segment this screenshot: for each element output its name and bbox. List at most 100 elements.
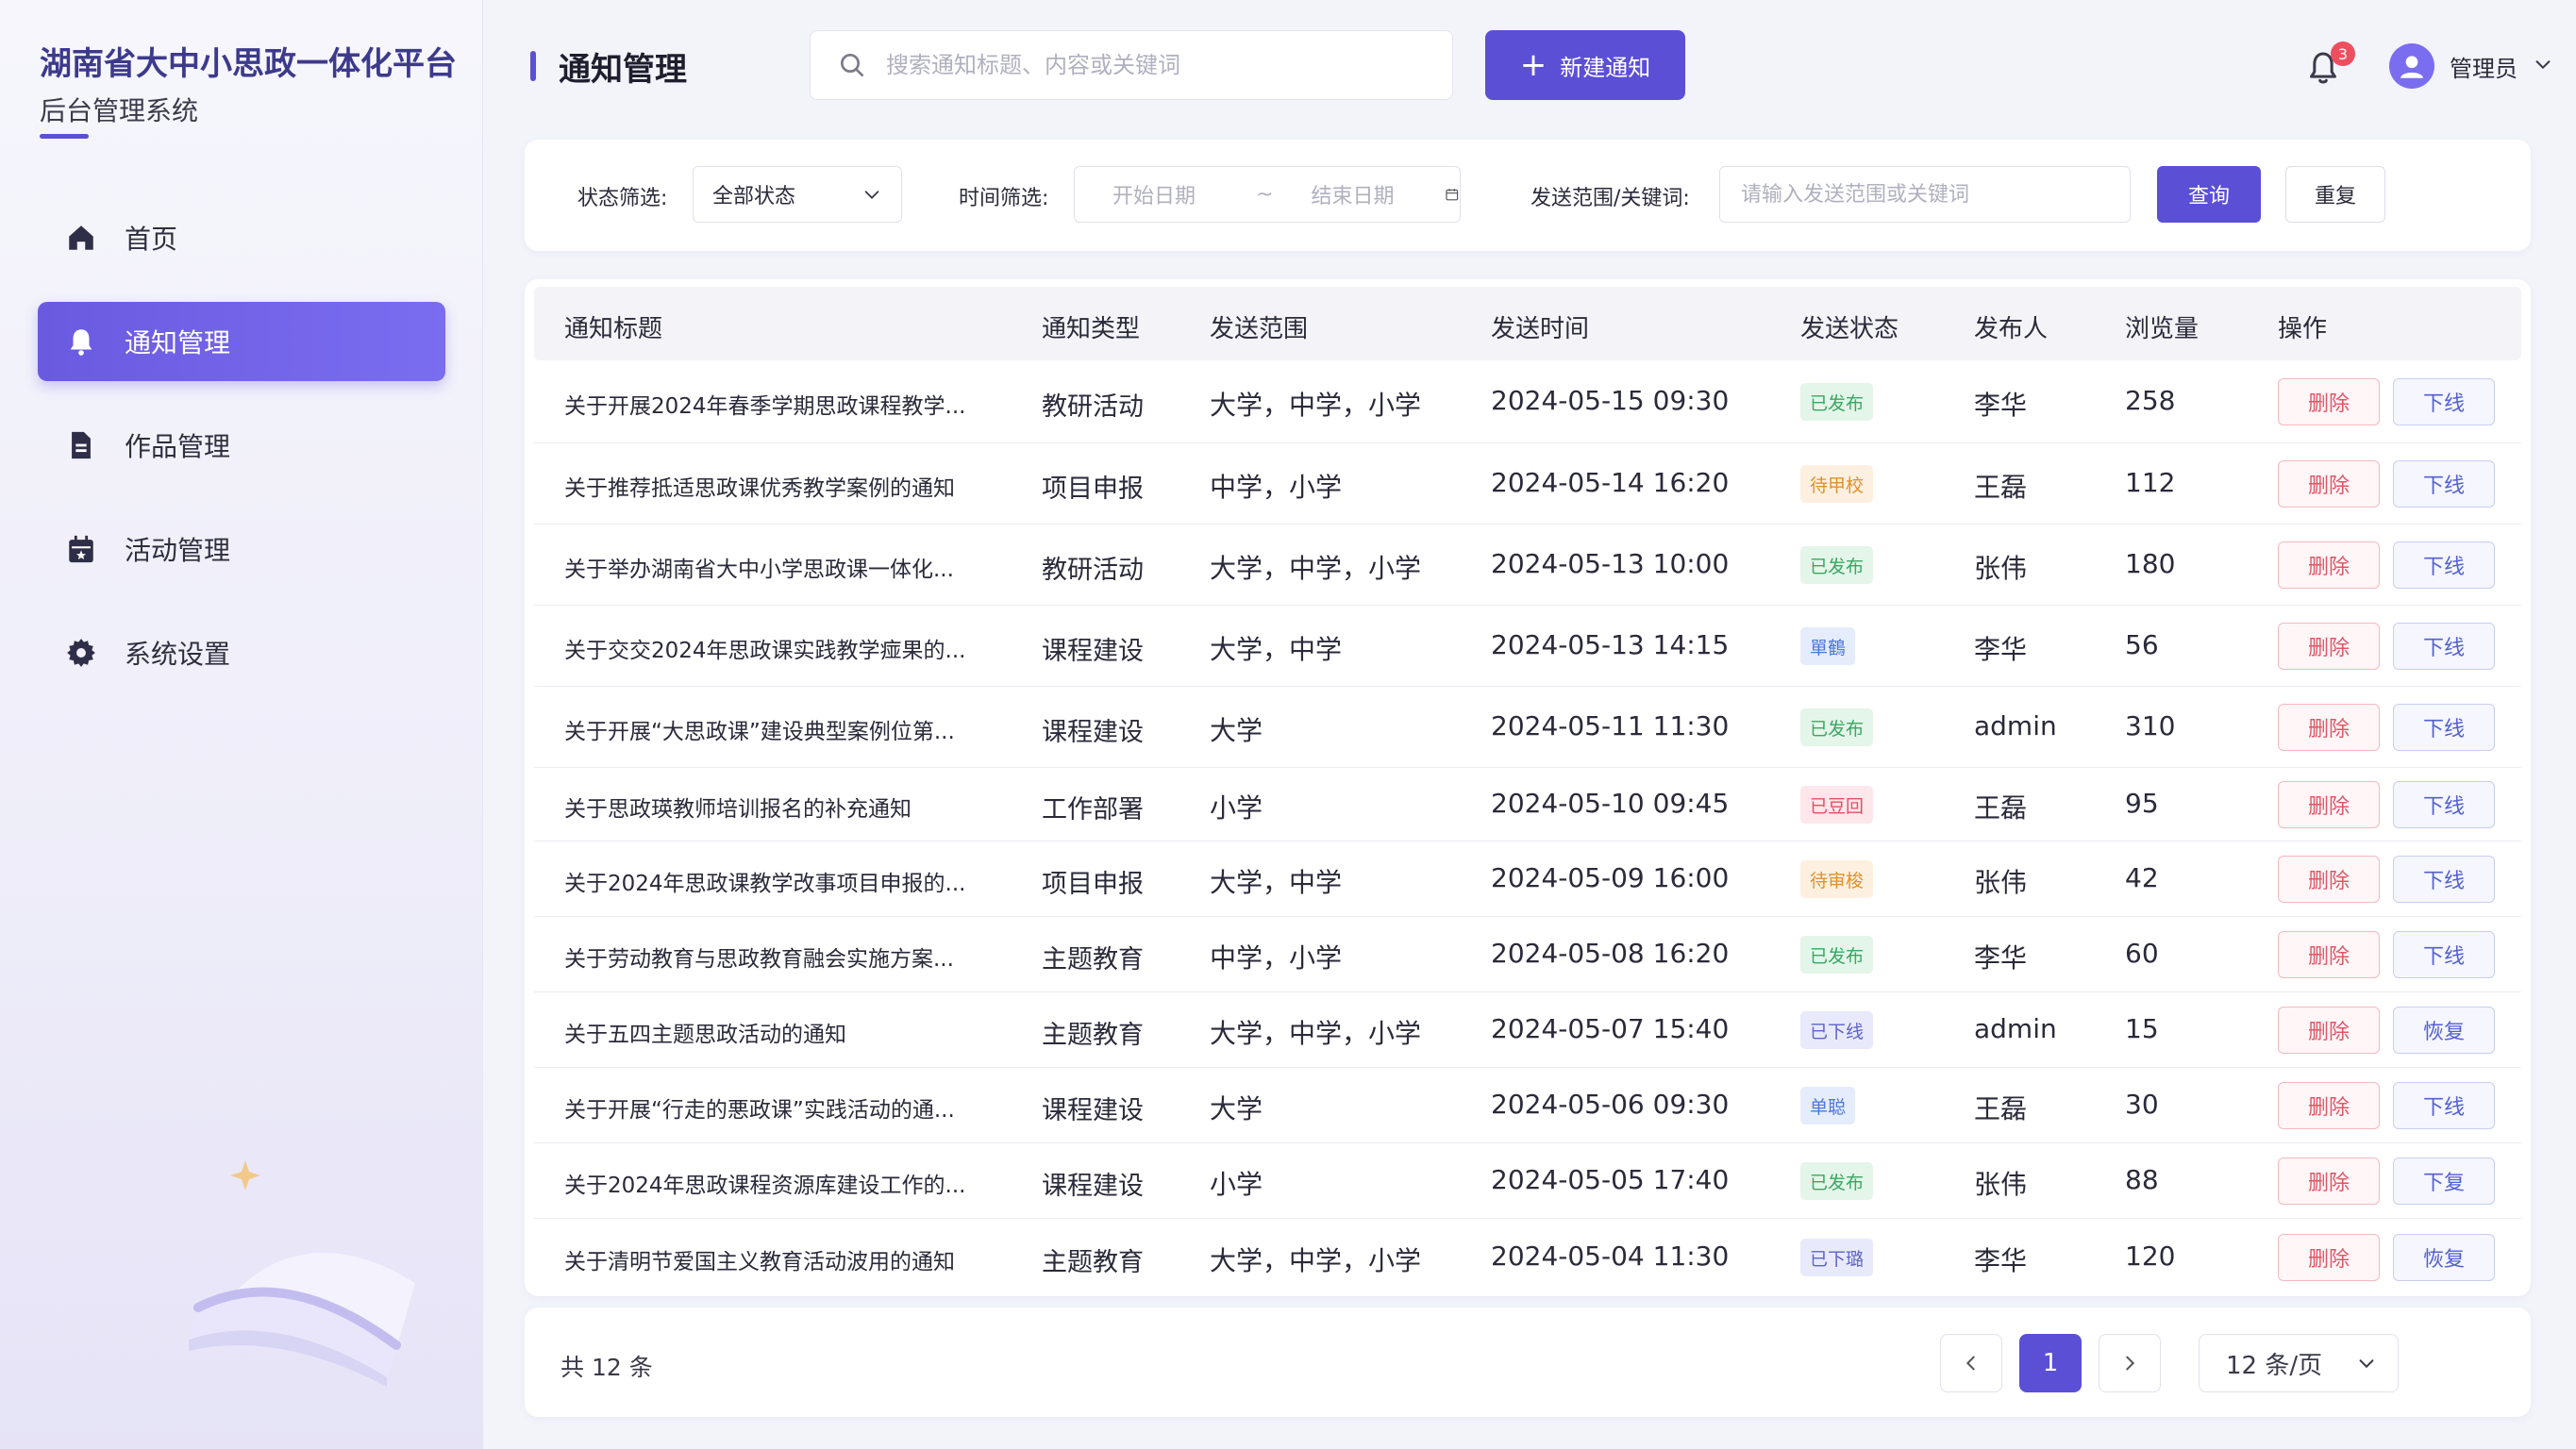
status-badge: 單鶴 [1800, 627, 1856, 665]
date-range-picker[interactable]: 开始日期 ~ 结束日期 [1074, 166, 1461, 223]
sidebar-item-label: 系统设置 [125, 639, 231, 670]
table-row: 关于开展“行走的悪政课”实践活动的通... 课程建设 大学 2024-05-06 09… [534, 1068, 2521, 1143]
sidebar-item-home[interactable]: 首页 [38, 198, 445, 277]
table-header: 通知标题 通知类型 发送范围 发送时间 发送状态 发布人 浏览量 操作 [534, 287, 2521, 360]
delete-button[interactable]: 删除 [2278, 1158, 2380, 1205]
restore-button[interactable]: 恢复 [2393, 1007, 2495, 1054]
offline-button[interactable]: 下线 [2393, 1082, 2495, 1129]
col-actions-header: 操作 [2278, 315, 2328, 343]
table-row: 关于交交2024年思政课实践教学痖果的... 课程建设 大学，中学 2024-05-1… [534, 606, 2521, 687]
cell-publisher: 张伟 [1974, 867, 2028, 898]
delete-button[interactable]: 删除 [2278, 1234, 2380, 1281]
prev-page-button[interactable] [1940, 1334, 2002, 1392]
delete-button[interactable]: 删除 [2278, 1082, 2380, 1129]
cell-publisher: 王磊 [1974, 472, 2028, 503]
offline-button[interactable]: 下线 [2393, 378, 2495, 425]
sidebar-nav: 首页 通知管理 作品管理 活动管理 系统设置 [38, 198, 445, 717]
chevron-right-icon [2126, 1356, 2135, 1371]
delete-button[interactable]: 删除 [2278, 931, 2380, 978]
page-title: 通知管理 [559, 51, 687, 89]
cell-time: 2024-05-11 11:30 [1491, 710, 1730, 741]
status-badge: 已豆回 [1800, 786, 1874, 824]
sidebar-item-works[interactable]: 作品管理 [38, 406, 445, 485]
cell-scope: 大学，中学 [1210, 867, 1343, 898]
restore-button[interactable]: 恢复 [2393, 1234, 2495, 1281]
offline-button[interactable]: 下线 [2393, 704, 2495, 751]
chevron-down-icon [864, 191, 879, 199]
cell-time: 2024-05-09 16:00 [1491, 862, 1730, 893]
next-page-button[interactable] [2099, 1334, 2161, 1392]
delete-button[interactable]: 删除 [2278, 704, 2380, 751]
status-badge: 已发布 [1800, 383, 1874, 421]
col-scope-header: 发送范围 [1210, 315, 1309, 343]
cell-title: 关于五四主题思政活动的通知 [564, 1023, 846, 1047]
delete-button[interactable]: 删除 [2278, 460, 2380, 508]
document-icon [64, 428, 98, 462]
user-menu[interactable]: 管理员 [2389, 43, 2553, 89]
start-date-input[interactable]: 开始日期 [1112, 179, 1196, 209]
status-filter-select[interactable]: 全部状态 [693, 166, 902, 223]
top-header: 通知管理 + 新建通知 3 管理员 [483, 0, 2576, 132]
table-row: 关于劳动教育与思政教育融会实施方案... 主题教育 中学，小学 2024-05-08 … [534, 917, 2521, 992]
delete-button[interactable]: 删除 [2278, 623, 2380, 670]
col-type-header: 通知类型 [1042, 315, 1141, 343]
cell-type: 项目申报 [1042, 475, 1144, 504]
table-row: 关于2024年思政课教学改事项目申报的... 项目申报 大学，中学 2024-05-0… [534, 841, 2521, 917]
cell-views: 56 [2125, 629, 2159, 660]
cell-time: 2024-05-05 17:40 [1491, 1164, 1730, 1195]
offline-button[interactable]: 下线 [2393, 931, 2495, 978]
sidebar-item-settings[interactable]: 系统设置 [38, 613, 445, 692]
cell-title: 关于劳动教育与思政教育融会实施方案... [564, 947, 954, 972]
cell-publisher: 李华 [1974, 390, 2028, 421]
cell-publisher: 张伟 [1974, 1169, 2028, 1200]
offline-button[interactable]: 下复 [2393, 1158, 2495, 1205]
cell-title: 关于推荐抵适思政课优秀教学案例的通知 [564, 476, 955, 501]
table-row: 关于举办湖南省大中小学思政课一体化... 教研活动 大学，中学，小学 2024-05-… [534, 525, 2521, 606]
table-row: 关于2024年思政课程资源库建设工作的... 课程建设 小学 2024-05-05 1… [534, 1143, 2521, 1219]
cell-views: 15 [2125, 1013, 2159, 1044]
table-row: 关于五四主题思政活动的通知 主题教育 大学，中学，小学 2024-05-07 15:4… [534, 992, 2521, 1068]
sidebar-item-activities[interactable]: 活动管理 [38, 509, 445, 589]
offline-button[interactable]: 下线 [2393, 623, 2495, 670]
page-number-button[interactable]: 1 [2019, 1334, 2082, 1392]
page-size-select[interactable]: 12 条/页 [2199, 1334, 2399, 1392]
user-name: 管理员 [2450, 55, 2517, 82]
keyword-input[interactable] [1741, 182, 2118, 207]
col-views-header: 浏览量 [2125, 315, 2200, 343]
offline-button[interactable]: 下线 [2393, 541, 2495, 589]
cell-type: 工作部署 [1042, 795, 1144, 824]
delete-button[interactable]: 删除 [2278, 1007, 2380, 1054]
cell-scope: 大学 [1210, 1093, 1263, 1124]
cell-time: 2024-05-13 14:15 [1491, 629, 1730, 660]
new-notification-button[interactable]: + 新建通知 [1485, 30, 1685, 100]
status-badge: 已发布 [1800, 708, 1874, 746]
cell-title: 关于交交2024年思政课实践教学痖果的... [564, 639, 966, 663]
search-input[interactable] [886, 52, 1433, 78]
cell-title: 关于开展“行走的悪政课”实践活动的通... [564, 1098, 955, 1123]
status-badge: 待甲校 [1800, 465, 1874, 503]
cell-publisher: 张伟 [1974, 553, 2028, 584]
cell-publisher: 王磊 [1974, 1093, 2028, 1124]
cell-title: 关于清明节爱国主义教育活动波用的通知 [564, 1250, 955, 1274]
calendar-icon [64, 532, 98, 566]
delete-button[interactable]: 删除 [2278, 856, 2380, 903]
offline-button[interactable]: 下线 [2393, 856, 2495, 903]
sidebar: 湖南省大中小思政一体化平台 后台管理系统 首页 通知管理 作品管理 活动管理 系… [0, 0, 483, 1449]
cell-views: 42 [2125, 862, 2159, 893]
cell-type: 课程建设 [1042, 637, 1144, 666]
offline-button[interactable]: 下线 [2393, 781, 2495, 828]
cell-publisher: admin [1974, 1013, 2057, 1044]
delete-button[interactable]: 删除 [2278, 541, 2380, 589]
sidebar-item-notifications[interactable]: 通知管理 [38, 302, 445, 381]
offline-button[interactable]: 下线 [2393, 460, 2495, 508]
cell-time: 2024-05-10 09:45 [1491, 788, 1730, 819]
cell-title: 关于开展2024年春季学期思政课程教学... [564, 394, 966, 419]
end-date-input[interactable]: 结束日期 [1311, 179, 1394, 209]
delete-button[interactable]: 删除 [2278, 378, 2380, 425]
query-button[interactable]: 查询 [2157, 166, 2261, 223]
reset-button[interactable]: 重复 [2285, 166, 2385, 223]
cell-type: 主题教育 [1042, 945, 1144, 974]
keyword-filter-box[interactable] [1719, 166, 2131, 223]
search-box[interactable] [810, 30, 1453, 100]
delete-button[interactable]: 删除 [2278, 781, 2380, 828]
